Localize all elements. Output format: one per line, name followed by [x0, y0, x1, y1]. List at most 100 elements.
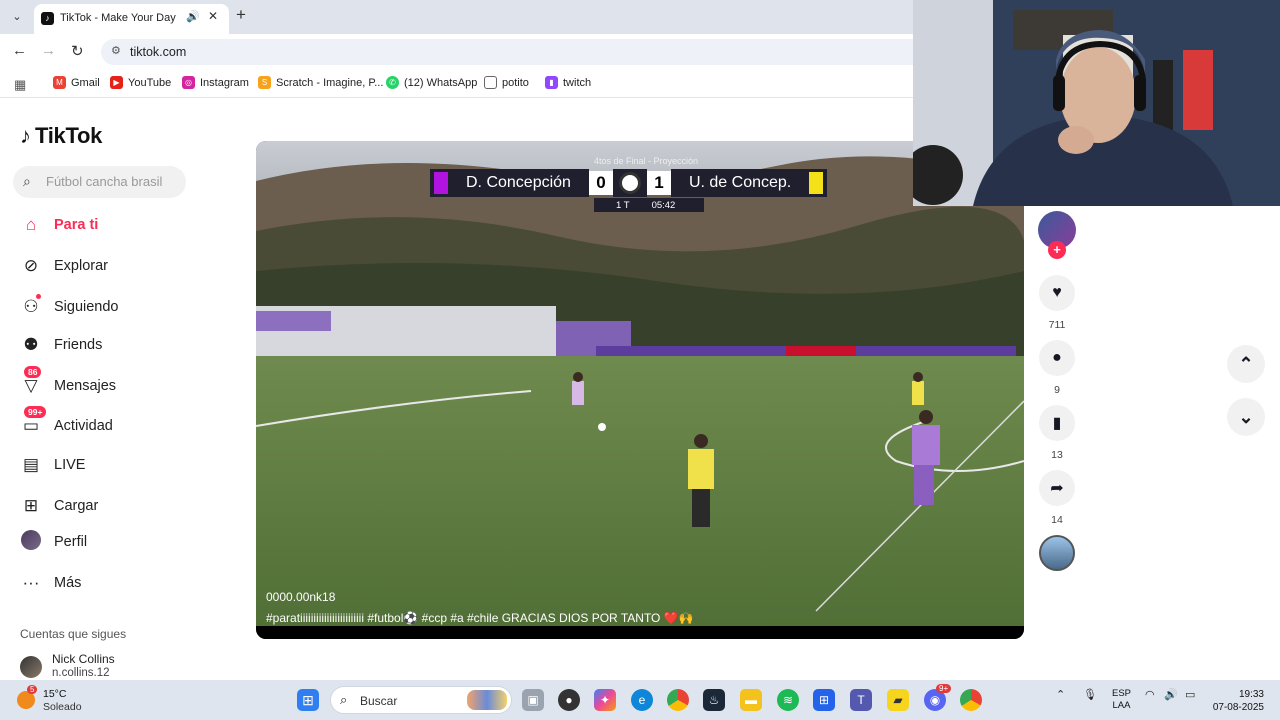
comment-button[interactable]: ● [1039, 340, 1075, 376]
search-highlight-image [467, 690, 507, 710]
activity-icon: ▭ 99+ [20, 406, 47, 436]
compass-icon: ⊘ [23, 256, 39, 275]
nav-item-explorar[interactable]: ⊘ Explorar [20, 252, 108, 280]
nav-item-mensajes[interactable]: ▽ 86 Mensajes [20, 366, 116, 400]
twitch-icon: ▮ [545, 76, 558, 89]
nav-item-perfil[interactable]: Perfil [20, 528, 87, 556]
speaker-icon[interactable]: 🔊 [186, 10, 200, 23]
youtube-icon: ▶ [110, 76, 123, 89]
bookmarks-bar: ▦ M Gmail ▶ YouTube ◎ Instagram S Scratch - … [0, 70, 913, 98]
chrome-icon[interactable] [667, 689, 689, 711]
save-button[interactable]: ▮ [1039, 405, 1075, 441]
chevron-up-icon: ⌃ [1238, 353, 1254, 374]
bookmark-instagram[interactable]: ◎ Instagram [182, 76, 249, 89]
steam-icon[interactable]: ♨ [703, 689, 725, 711]
sticky-notes-icon[interactable]: ▰ [887, 689, 909, 711]
taskbar-search[interactable]: ⌕ Buscar [330, 686, 512, 714]
nav-item-live[interactable]: ▤ LIVE [20, 451, 85, 479]
bookmark-youtube[interactable]: ▶ YouTube [110, 76, 171, 89]
new-tab-button[interactable]: + [236, 5, 246, 25]
previous-video-button[interactable]: ⌃ [1227, 345, 1265, 383]
forward-arrow-icon[interactable]: → [41, 42, 56, 59]
heart-icon: ♥ [1052, 284, 1062, 301]
discord-badge: 9+ [936, 684, 952, 693]
tab-search-button[interactable]: ⌄ [6, 7, 28, 27]
bookmark-scratch[interactable]: S Scratch - Imagine, P... [258, 76, 383, 89]
teams-icon[interactable]: T [850, 689, 872, 711]
windows-start-icon[interactable]: ⊞ [297, 689, 319, 711]
spotify-icon[interactable]: ≋ [777, 689, 799, 711]
back-arrow-icon[interactable]: ← [12, 42, 27, 59]
store-icon[interactable]: ⊞ [813, 689, 835, 711]
copilot-icon[interactable]: ✦ [594, 689, 616, 711]
nav-item-para-ti[interactable]: ⌂ Para ti [20, 211, 98, 239]
file-explorer-icon[interactable]: ▬ [740, 689, 762, 711]
scratch-icon: S [258, 76, 271, 89]
wifi-icon[interactable]: ◠ [1145, 688, 1155, 701]
address-bar-row: ← → ↻ ⚙ tiktok.com [0, 34, 913, 70]
follow-plus-icon[interactable]: + [1048, 241, 1066, 259]
comment-count: 9 [1054, 384, 1060, 396]
nav-item-mas[interactable]: ··· Más [20, 569, 82, 597]
music-disc-icon[interactable] [1039, 535, 1075, 571]
obs-icon[interactable]: ● [558, 689, 580, 711]
tiktok-logo[interactable]: ♪ TikTok [20, 123, 102, 149]
account-handle: n.collins.12 [52, 667, 110, 679]
bookmark-icon: ▮ [1052, 415, 1062, 432]
bookmark-twitch[interactable]: ▮ twitch [545, 76, 591, 89]
nav-item-friends[interactable]: ⚉ Friends [20, 331, 102, 359]
system-clock[interactable]: 19:33 07-08-2025 [1212, 688, 1264, 714]
more-icon: ··· [22, 573, 40, 592]
tray-overflow-icon[interactable]: ⌃ [1056, 688, 1065, 701]
whatsapp-icon: ✆ [386, 76, 399, 89]
reload-icon[interactable]: ↻ [71, 42, 84, 60]
browser-tab[interactable]: ♪ TikTok - Make Your Day 🔊 ✕ [34, 4, 229, 34]
following-icon: ⚇ [20, 294, 42, 317]
weather-temperature[interactable]: 15°C [43, 688, 66, 700]
save-count: 13 [1051, 449, 1063, 461]
browser-tab-bar: ⌄ ♪ TikTok - Make Your Day 🔊 ✕ + [0, 0, 913, 34]
player [912, 372, 924, 405]
share-button[interactable]: ➦ [1039, 470, 1075, 506]
home-team: D. Concepción [430, 169, 589, 197]
url-field[interactable]: ⚙ tiktok.com [101, 39, 913, 65]
like-count: 711 [1048, 319, 1066, 331]
bookmark-whatsapp[interactable]: ✆ (12) WhatsApp [386, 76, 477, 89]
apps-grid-icon[interactable]: ▦ [14, 77, 26, 93]
site-info-icon[interactable]: ⚙ [111, 44, 121, 57]
video-progress-bar[interactable] [256, 626, 1024, 639]
battery-icon[interactable]: ▭ [1185, 688, 1195, 701]
video-caption[interactable]: #paratiiiiiiiiiiiiiiiiiiiiiiii #futbol⚽ … [266, 611, 694, 625]
away-score: 1 [646, 171, 671, 195]
weather-description[interactable]: Soleado [43, 701, 82, 713]
tab-close-icon[interactable]: ✕ [208, 9, 218, 23]
upload-icon: ⊞ [23, 496, 39, 515]
language-indicator[interactable]: ESP LAA [1112, 688, 1131, 712]
following-section-title: Cuentas que sigues [20, 627, 127, 641]
video-author[interactable]: 0000.00nk18 [266, 590, 335, 604]
volume-icon[interactable]: 🔊 [1164, 688, 1178, 701]
share-arrow-icon: ➦ [1050, 480, 1064, 497]
taskbar: 5 15°C Soleado ⊞ ⌕ Buscar ▣ ● ✦ e ♨ ▬ ≋ … [0, 680, 1280, 720]
friends-icon: ⚉ [23, 335, 39, 354]
bookmark-potito[interactable]: potito [484, 76, 529, 89]
instagram-icon: ◎ [182, 76, 195, 89]
tab-title: TikTok - Make Your Day [60, 12, 176, 24]
nav-item-siguiendo[interactable]: ⚇ Siguiendo [20, 293, 119, 321]
microphone-icon[interactable]: 🎙 [1083, 688, 1097, 701]
gmail-icon: M [53, 76, 66, 89]
next-video-button[interactable]: ⌄ [1227, 398, 1265, 436]
webcam-image [913, 0, 1280, 206]
like-button[interactable]: ♥ [1039, 275, 1075, 311]
profile-avatar [20, 529, 42, 555]
nav-item-cargar[interactable]: ⊞ Cargar [20, 492, 98, 520]
task-view-icon[interactable]: ▣ [522, 689, 544, 711]
search-input[interactable]: ⌕ Fútbol cancha brasil [13, 166, 186, 198]
edge-icon[interactable]: e [631, 689, 653, 711]
bookmark-gmail[interactable]: M Gmail [53, 76, 100, 89]
nav-item-actividad[interactable]: ▭ 99+ Actividad [20, 406, 113, 440]
video-player[interactable]: 4tos de Final - Proyección D. Concepción… [256, 141, 1024, 639]
scoreboard: D. Concepción 0 1 U. de Concep. [430, 169, 864, 197]
match-clock: 1 T 05:42 [594, 198, 704, 212]
chrome-active-icon[interactable] [960, 689, 982, 711]
